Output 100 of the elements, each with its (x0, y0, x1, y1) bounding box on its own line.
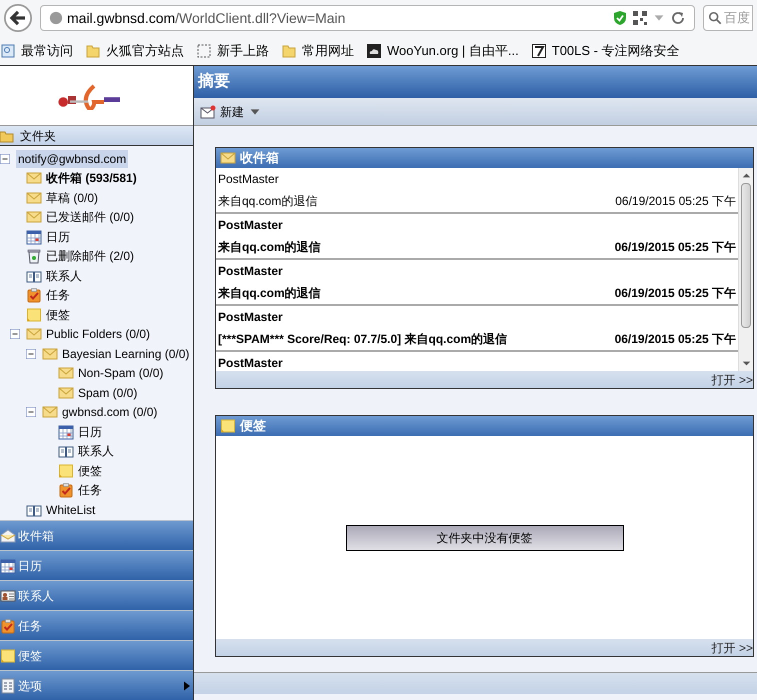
open-link[interactable]: 打开 >> (712, 638, 753, 656)
collapse-toggle-icon[interactable] (10, 329, 20, 340)
envelope-icon (58, 365, 74, 382)
folder-item[interactable]: 便签 (76, 462, 104, 480)
folder-item[interactable]: Bayesian Learning (0/0) (60, 344, 192, 363)
bookmark[interactable]: 常用网址 (281, 40, 354, 60)
nav-button[interactable]: 便签 (0, 640, 193, 670)
page-title: 摘要 (194, 66, 757, 98)
open-link[interactable]: 打开 >> (712, 370, 753, 388)
trash-icon (26, 248, 42, 264)
address-bar[interactable]: mail.gwbnsd.com/WorldClient.dll?View=Main (40, 5, 695, 31)
sticky-note-icon (26, 306, 42, 323)
shield-check-icon (612, 10, 628, 26)
message-row[interactable]: PostMaster 来自qq.com的退信 06/19/2015 05:25 下午 (216, 214, 738, 260)
message-sender: PostMaster (218, 355, 284, 371)
envelope-icon (26, 190, 42, 206)
clipboard-check-icon (58, 482, 74, 498)
collapse-toggle-icon[interactable] (0, 154, 10, 164)
new-envelope-icon (200, 104, 216, 120)
seven-logo-icon (530, 42, 547, 58)
clipboard-check-icon (0, 618, 16, 634)
envelope-icon (26, 326, 42, 342)
cloud-icon (366, 42, 382, 58)
message-row[interactable]: PostMaster 来自qq.com的退信 06/19/2015 05:25 下午 (216, 260, 738, 306)
message-row[interactable]: PostMaster [***SPAM*** Score/Req: 07.7/5.0] 来自qq.com的退信 06/19/2015 05:25 下午 (216, 306, 738, 352)
url-text: mail.gwbnsd.com/WorldClient.dll?View=Main (67, 8, 346, 28)
message-sender: PostMaster (218, 171, 280, 188)
qr-code-icon (632, 10, 648, 26)
open-envelope-icon (0, 528, 16, 544)
nav-button[interactable]: 日历 (0, 550, 193, 580)
new-button[interactable]: 新建 (200, 102, 244, 120)
folder-item[interactable]: 已发送邮件 (0/0) (44, 208, 136, 226)
search-box[interactable]: 百度 (703, 5, 753, 31)
bookmark[interactable]: 火狐官方站点 (85, 40, 184, 60)
panel-title: 收件箱 (240, 149, 279, 168)
folder-item[interactable]: 联系人 (76, 442, 116, 460)
search-icon (708, 11, 722, 25)
nav-button[interactable]: 收件箱 (0, 520, 193, 550)
message-sender: PostMaster (218, 309, 284, 326)
folder-item[interactable]: 日历 (76, 422, 104, 441)
message-subject: 来自qq.com的退信 (218, 239, 321, 256)
folder-item[interactable]: gwbnsd.com (0/0) (60, 403, 160, 422)
folder-item[interactable]: 任务 (44, 286, 72, 304)
sticky-note-icon (220, 418, 236, 434)
calendar-icon (26, 228, 42, 245)
nav-button[interactable]: 任务 (0, 610, 193, 640)
sticky-note-icon (58, 462, 74, 479)
folder-icon (281, 42, 297, 58)
folder-item[interactable]: WhiteList (44, 500, 98, 519)
envelope-icon (42, 404, 58, 420)
message-sender: PostMaster (218, 263, 284, 280)
panel-title: 便签 (240, 417, 266, 436)
envelope-icon (58, 384, 74, 401)
reload-icon (670, 10, 686, 26)
collapse-toggle-icon[interactable] (26, 348, 36, 359)
calendar-icon (0, 558, 16, 574)
folder-icon (85, 42, 101, 58)
envelope-icon (26, 209, 42, 226)
calendar-icon (58, 424, 74, 440)
envelope-icon (26, 170, 42, 186)
folder-item[interactable]: 日历 (44, 228, 72, 246)
bookmark[interactable]: 最常访问 (0, 40, 73, 60)
search-field[interactable]: 百度 (724, 8, 754, 28)
dashed-square-icon (196, 42, 212, 58)
contact-card-icon (0, 588, 16, 604)
envelope-icon (220, 150, 236, 166)
folders-header: 文件夹 (0, 126, 193, 146)
folder-item[interactable]: Spam (0/0) (76, 384, 140, 402)
bookmark[interactable]: 新手上路 (196, 40, 269, 60)
folder-item[interactable]: 收件箱 (593/581) (44, 169, 139, 188)
message-date: 06/19/2015 05:25 下午 (614, 331, 736, 348)
folder-item[interactable]: Non-Spam (0/0) (76, 364, 166, 382)
message-date: 06/19/2015 05:25 下午 (614, 239, 736, 256)
folder-item[interactable]: 便签 (44, 306, 72, 324)
scroll-thumb[interactable] (741, 183, 751, 328)
message-row[interactable]: PostMaster 来自qq.com的退信 06/19/2015 05:25 下午 (216, 168, 738, 214)
settings-icon (0, 678, 16, 694)
empty-message: 文件夹中没有便签 (346, 524, 624, 550)
folder-item[interactable]: notify@gwbnsd.com (16, 150, 128, 168)
sticky-note-icon (0, 648, 16, 664)
message-subject: 来自qq.com的退信 (218, 285, 321, 302)
globe-icon (49, 11, 63, 25)
clipboard-check-icon (26, 287, 42, 304)
folder-item[interactable]: 任务 (76, 481, 104, 500)
person-page-icon (0, 42, 16, 58)
folder-item[interactable]: 草稿 (0/0) (44, 188, 100, 207)
message-sender: PostMaster (218, 217, 284, 234)
bookmark[interactable]: T00LS - 专注网络安全 (530, 40, 680, 60)
folder-item[interactable]: 已删除邮件 (2/0) (44, 247, 136, 266)
message-date: 06/19/2015 05:25 下午 (614, 285, 736, 302)
nav-button[interactable]: 联系人 (0, 580, 193, 610)
envelope-icon (42, 346, 58, 362)
bookmark[interactable]: WooYun.org | 自由平... (366, 40, 519, 60)
nav-button[interactable]: 选项 (0, 670, 193, 700)
message-subject: 来自qq.com的退信 (218, 193, 318, 210)
message-subject: [***SPAM*** Score/Req: 07.7/5.0] 来自qq.com的退信 (218, 331, 508, 348)
scrollbar[interactable] (738, 168, 753, 371)
collapse-toggle-icon[interactable] (26, 407, 36, 418)
folder-item[interactable]: 联系人 (44, 266, 84, 285)
folder-item[interactable]: Public Folders (0/0) (44, 325, 152, 344)
